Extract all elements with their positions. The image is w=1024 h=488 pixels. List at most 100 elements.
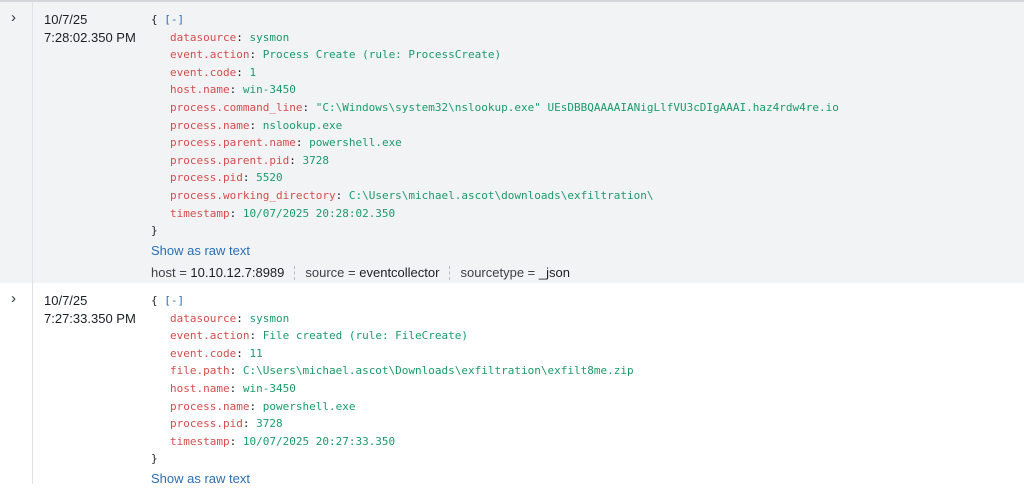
event-date: 10/7/25 bbox=[44, 293, 88, 308]
json-key[interactable]: process.pid bbox=[170, 171, 243, 184]
json-key[interactable]: timestamp bbox=[170, 435, 230, 448]
meta-value[interactable]: eventcollector bbox=[359, 264, 439, 282]
json-colon: : bbox=[229, 381, 243, 395]
json-key[interactable]: event.action bbox=[170, 329, 249, 342]
json-colon: : bbox=[229, 434, 243, 448]
json-key[interactable]: process.name bbox=[170, 119, 249, 132]
json-field: event.code: 11 bbox=[151, 345, 634, 363]
json-colon: : bbox=[249, 118, 263, 132]
json-value[interactable]: nslookup.exe bbox=[263, 119, 342, 132]
json-colon: : bbox=[289, 153, 303, 167]
json-value[interactable]: sysmon bbox=[249, 31, 289, 44]
json-field: timestamp: 10/07/2025 20:28:02.350 bbox=[151, 205, 839, 223]
meta-equals: = bbox=[344, 264, 360, 280]
json-colon: : bbox=[236, 65, 250, 79]
json-value[interactable]: win-3450 bbox=[243, 382, 296, 395]
json-key[interactable]: datasource bbox=[170, 31, 236, 44]
json-key[interactable]: process.parent.pid bbox=[170, 154, 289, 167]
json-field: process.pid: 5520 bbox=[151, 169, 839, 187]
json-key[interactable]: process.name bbox=[170, 400, 249, 413]
json-colon: : bbox=[335, 188, 349, 202]
json-field: datasource: sysmon bbox=[151, 310, 634, 328]
json-value[interactable]: 5520 bbox=[256, 171, 283, 184]
meta-equals: = bbox=[524, 264, 539, 280]
json-brace-open: { bbox=[151, 294, 165, 307]
event-raw: { [-] datasource: sysmon event.action: Pro… bbox=[151, 11, 839, 282]
json-field: process.command_line: "C:\Windows\system… bbox=[151, 99, 839, 117]
json-field: timestamp: 10/07/2025 20:27:33.350 bbox=[151, 433, 634, 451]
show-raw-text-link[interactable]: Show as raw text bbox=[151, 470, 634, 488]
json-key[interactable]: file.path bbox=[170, 364, 230, 377]
event-meta-fields: host = 10.10.12.7:8989 source = eventcoll… bbox=[151, 264, 839, 282]
chevron-right-icon[interactable]: › bbox=[11, 10, 16, 26]
event-date: 10/7/25 bbox=[44, 12, 88, 27]
json-value[interactable]: powershell.exe bbox=[309, 136, 402, 149]
event-list: › 10/7/25 7:28:02.350 PM{ [-] datasource: s… bbox=[0, 2, 1024, 486]
json-key[interactable]: process.working_directory bbox=[170, 189, 336, 202]
json-collapse-toggle[interactable]: [-] bbox=[164, 294, 184, 307]
json-colon: : bbox=[295, 136, 310, 150]
json-value[interactable]: sysmon bbox=[249, 312, 289, 325]
json-colon: : bbox=[242, 171, 257, 185]
json-field: event.code: 1 bbox=[151, 64, 839, 82]
json-field: host.name: win-3450 bbox=[151, 380, 634, 398]
json-key[interactable]: process.pid bbox=[170, 417, 243, 430]
json-key[interactable]: event.action bbox=[170, 48, 249, 61]
json-key[interactable]: event.code bbox=[170, 66, 236, 79]
meta-separator bbox=[294, 265, 296, 280]
json-value[interactable]: 10/07/2025 20:27:33.350 bbox=[243, 435, 395, 448]
json-key[interactable]: process.parent.name bbox=[170, 136, 296, 149]
json-field: process.parent.pid: 3728 bbox=[151, 152, 839, 170]
json-open-line: { [-] bbox=[151, 11, 839, 29]
json-field: file.path: C:\Users\michael.ascot\Downlo… bbox=[151, 362, 634, 380]
meta-separator bbox=[449, 265, 451, 280]
json-key[interactable]: host.name bbox=[170, 382, 230, 395]
json-brace-close: } bbox=[151, 452, 158, 466]
json-field: process.working_directory: C:\Users\mich… bbox=[151, 187, 839, 205]
chevron-right-icon[interactable]: › bbox=[11, 291, 16, 307]
json-field: process.name: nslookup.exe bbox=[151, 117, 839, 135]
meta-value[interactable]: 10.10.12.7:8989 bbox=[190, 264, 284, 282]
json-field: datasource: sysmon bbox=[151, 29, 839, 47]
meta-value[interactable]: _json bbox=[539, 264, 570, 282]
expand-column: › bbox=[0, 283, 33, 484]
json-value[interactable]: C:\Users\michael.ascot\Downloads\exfiltr… bbox=[243, 364, 634, 377]
json-colon: : bbox=[229, 364, 243, 378]
json-value[interactable]: 3728 bbox=[302, 154, 329, 167]
json-value[interactable]: win-3450 bbox=[243, 83, 296, 96]
json-collapse-toggle[interactable]: [-] bbox=[164, 13, 184, 26]
json-key[interactable]: timestamp bbox=[170, 207, 230, 220]
expand-column: › bbox=[0, 2, 33, 283]
event-raw: { [-] datasource: sysmon event.action: Fil… bbox=[151, 292, 634, 488]
json-colon: : bbox=[249, 329, 263, 343]
json-view: { [-] datasource: sysmon event.action: Pro… bbox=[151, 11, 839, 240]
json-value[interactable]: 10/07/2025 20:28:02.350 bbox=[243, 207, 395, 220]
json-view: { [-] datasource: sysmon event.action: Fil… bbox=[151, 292, 634, 468]
json-field: process.pid: 3728 bbox=[151, 415, 634, 433]
json-key[interactable]: datasource bbox=[170, 312, 236, 325]
json-colon: : bbox=[236, 346, 250, 360]
json-key[interactable]: process.command_line bbox=[170, 101, 302, 114]
json-value[interactable]: C:\Users\michael.ascot\downloads\exfiltr… bbox=[349, 189, 654, 202]
json-key[interactable]: event.code bbox=[170, 347, 236, 360]
event-timestamp: 7:28:02.350 PM bbox=[44, 30, 136, 45]
meta-key: sourcetype bbox=[460, 264, 525, 280]
json-field: event.action: File created (rule: FileCr… bbox=[151, 327, 634, 345]
json-field: process.name: powershell.exe bbox=[151, 398, 634, 416]
json-value[interactable]: 3728 bbox=[256, 417, 283, 430]
json-field: host.name: win-3450 bbox=[151, 81, 839, 99]
json-key[interactable]: host.name bbox=[170, 83, 230, 96]
json-colon: : bbox=[229, 206, 243, 220]
json-value[interactable]: 11 bbox=[249, 347, 262, 360]
json-value[interactable]: Process Create (rule: ProcessCreate) bbox=[263, 48, 501, 61]
json-brace-close: } bbox=[151, 224, 158, 238]
json-colon: : bbox=[302, 100, 316, 114]
event-time: 10/7/25 7:27:33.350 PM bbox=[44, 292, 136, 328]
json-colon: : bbox=[249, 48, 263, 62]
json-value[interactable]: powershell.exe bbox=[263, 400, 356, 413]
json-value[interactable]: File created (rule: FileCreate) bbox=[263, 329, 468, 342]
show-raw-text-link[interactable]: Show as raw text bbox=[151, 242, 839, 260]
json-value[interactable]: 1 bbox=[249, 66, 256, 79]
meta-key: host bbox=[151, 264, 176, 280]
json-value[interactable]: "C:\Windows\system32\nslookup.exe" UEsDB… bbox=[316, 101, 839, 114]
